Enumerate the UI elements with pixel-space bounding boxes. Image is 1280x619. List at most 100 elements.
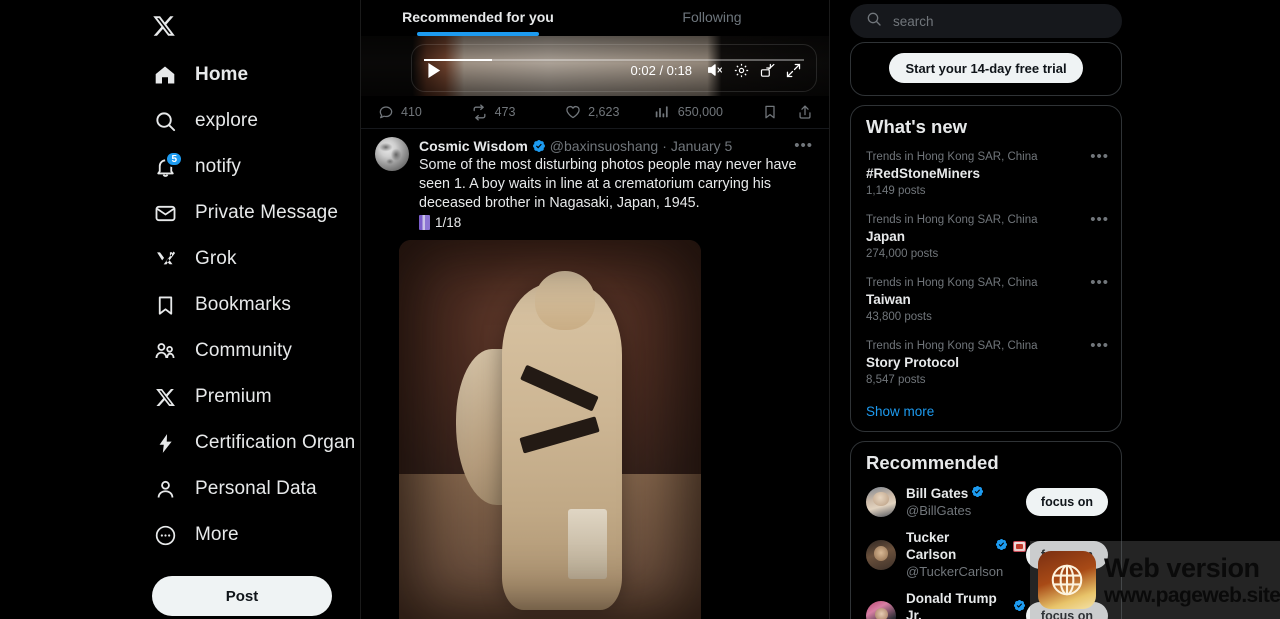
whats-new-title: What's new <box>851 106 1121 144</box>
recommended-user-meta: Tucker Carlson @TuckerCarlson <box>906 529 1026 580</box>
more-horizontal-icon[interactable]: ••• <box>794 141 815 151</box>
trend-item[interactable]: Trends in Hong Kong SAR, China Japan 274… <box>851 207 1121 270</box>
recommended-user-name-line: Tucker Carlson <box>906 529 1026 563</box>
show-more-link[interactable]: Show more <box>851 396 1121 431</box>
sidebar-item-more[interactable]: More <box>152 512 360 558</box>
sidebar-item-grok[interactable]: Grok <box>152 236 360 282</box>
repost-action[interactable]: 473 <box>471 104 565 121</box>
views-count: 650,000 <box>678 105 723 119</box>
lightning-icon <box>152 430 178 456</box>
sidebar-item-label: More <box>195 524 239 546</box>
verified-badge-icon <box>1013 599 1026 616</box>
volume-muted-icon[interactable] <box>702 58 728 82</box>
trend-post-count: 43,800 posts <box>866 309 1106 325</box>
thread-count-label: 1/18 <box>435 215 461 230</box>
user-name: Bill Gates <box>906 485 968 502</box>
bookmark-icon[interactable] <box>761 104 778 121</box>
views-action[interactable]: 650,000 <box>654 104 761 121</box>
more-horizontal-icon[interactable]: ••• <box>1090 215 1109 225</box>
like-action[interactable]: 2,623 <box>564 104 654 121</box>
reply-action[interactable]: 410 <box>377 104 471 121</box>
focus-on-button[interactable]: focus on <box>1026 488 1108 516</box>
tab-label: Following <box>682 9 741 25</box>
tweet-body: Cosmic Wisdom @baxinsuoshang · January 5… <box>419 137 815 230</box>
more-horizontal-icon[interactable]: ••• <box>1090 278 1109 288</box>
bell-icon: 5 <box>152 154 178 180</box>
search-input[interactable] <box>893 14 1106 29</box>
sidebar-item-certification-organ[interactable]: Certification Organ <box>152 420 360 466</box>
tweet-text: Some of the most disturbing photos peopl… <box>419 156 815 213</box>
engagement-tail <box>761 104 813 121</box>
verified-badge-icon <box>995 538 1008 555</box>
trend-category: Trends in Hong Kong SAR, China <box>866 276 1106 291</box>
sidebar-item-community[interactable]: Community <box>152 328 360 374</box>
sidebar-item-bookmarks[interactable]: Bookmarks <box>152 282 360 328</box>
trend-item[interactable]: Trends in Hong Kong SAR, China Taiwan 43… <box>851 270 1121 333</box>
sidebar-item-home[interactable]: Home <box>152 52 360 98</box>
user-handle: @TuckerCarlson <box>906 563 1026 580</box>
start-free-trial-button[interactable]: Start your 14-day free trial <box>889 53 1082 83</box>
avatar[interactable] <box>866 601 896 619</box>
focus-on-button[interactable]: focus on <box>1026 602 1108 619</box>
sidebar-item-label: Home <box>195 64 248 86</box>
picture-in-picture-icon[interactable] <box>754 58 780 82</box>
sidebar-item-notify[interactable]: 5 notify <box>152 144 360 190</box>
recommended-user-row[interactable]: Tucker Carlson @TuckerCarlson focus on <box>851 524 1121 585</box>
sidebar-item-premium[interactable]: Premium <box>152 374 360 420</box>
feed-tabs: Recommended for you Following <box>361 0 829 36</box>
avatar[interactable] <box>375 137 409 171</box>
fullscreen-icon[interactable] <box>780 58 806 82</box>
focus-on-button[interactable]: focus on <box>1026 541 1108 569</box>
recommended-title: Recommended <box>851 442 1121 480</box>
sidebar-item-label: explore <box>195 110 258 132</box>
more-circle-icon <box>152 522 178 548</box>
x-logo-icon[interactable] <box>152 6 192 46</box>
trend-item[interactable]: Trends in Hong Kong SAR, China #RedStone… <box>851 144 1121 207</box>
post-button[interactable]: Post <box>152 576 332 616</box>
trend-item[interactable]: Trends in Hong Kong SAR, China Story Pro… <box>851 333 1121 396</box>
play-icon[interactable] <box>422 58 446 82</box>
sidebar-item-label: notify <box>195 156 241 178</box>
share-icon[interactable] <box>796 104 813 121</box>
video-controls-row: 0:02 / 0:18 <box>412 57 816 83</box>
sidebar-item-private-message[interactable]: Private Message <box>152 190 360 236</box>
tab-recommended-for-you[interactable]: Recommended for you <box>361 0 595 36</box>
whats-new-card: What's new Trends in Hong Kong SAR, Chin… <box>850 105 1122 432</box>
recommended-card: Recommended Bill Gates @BillGates focus … <box>850 441 1122 619</box>
author-name[interactable]: Cosmic Wisdom <box>419 137 528 155</box>
trial-card: Start your 14-day free trial <box>850 42 1122 96</box>
tweet-photo[interactable] <box>399 240 701 619</box>
sidebar-item-label: Community <box>195 340 292 362</box>
avatar[interactable] <box>866 487 896 517</box>
sidebar-item-label: Bookmarks <box>195 294 291 316</box>
sidebar-item-personal-data[interactable]: Personal Data <box>152 466 360 512</box>
tweet-header: Cosmic Wisdom @baxinsuoshang · January 5… <box>419 137 815 155</box>
x-twitter-app: Home explore 5 notify Private Message <box>0 0 1280 619</box>
tweet-post[interactable]: Cosmic Wisdom @baxinsuoshang · January 5… <box>361 129 829 230</box>
active-tab-underline <box>417 32 539 36</box>
recommended-user-meta: Bill Gates @BillGates <box>906 485 1026 519</box>
sidebar-item-explore[interactable]: explore <box>152 98 360 144</box>
repost-count: 473 <box>495 105 516 119</box>
avatar[interactable] <box>866 540 896 570</box>
trend-name: Japan <box>866 228 1106 246</box>
trend-category: Trends in Hong Kong SAR, China <box>866 150 1106 165</box>
engagement-bar: 410 473 2,623 650,000 <box>361 96 829 128</box>
video-controls-card: 0:02 / 0:18 <box>411 44 817 92</box>
gear-icon[interactable] <box>728 58 754 82</box>
recommended-user-row[interactable]: Donald Trump Jr. @DonaldJTrumpJr focus o… <box>851 585 1121 619</box>
sidebar-item-label: Private Message <box>195 202 338 224</box>
more-horizontal-icon[interactable]: ••• <box>1090 341 1109 351</box>
right-sidebar: Start your 14-day free trial What's new … <box>830 0 1280 619</box>
recommended-user-meta: Donald Trump Jr. @DonaldJTrumpJr <box>906 590 1026 619</box>
search-bar[interactable] <box>850 4 1122 38</box>
reply-count: 410 <box>401 105 422 119</box>
recommended-user-row[interactable]: Bill Gates @BillGates focus on <box>851 480 1121 524</box>
more-horizontal-icon[interactable]: ••• <box>1090 152 1109 162</box>
user-name: Donald Trump Jr. <box>906 590 1010 619</box>
video-player[interactable]: 0:02 / 0:18 <box>361 36 829 96</box>
user-handle: @BillGates <box>906 502 1026 519</box>
person-icon <box>152 476 178 502</box>
home-icon <box>152 62 178 88</box>
tab-following[interactable]: Following <box>595 0 829 36</box>
